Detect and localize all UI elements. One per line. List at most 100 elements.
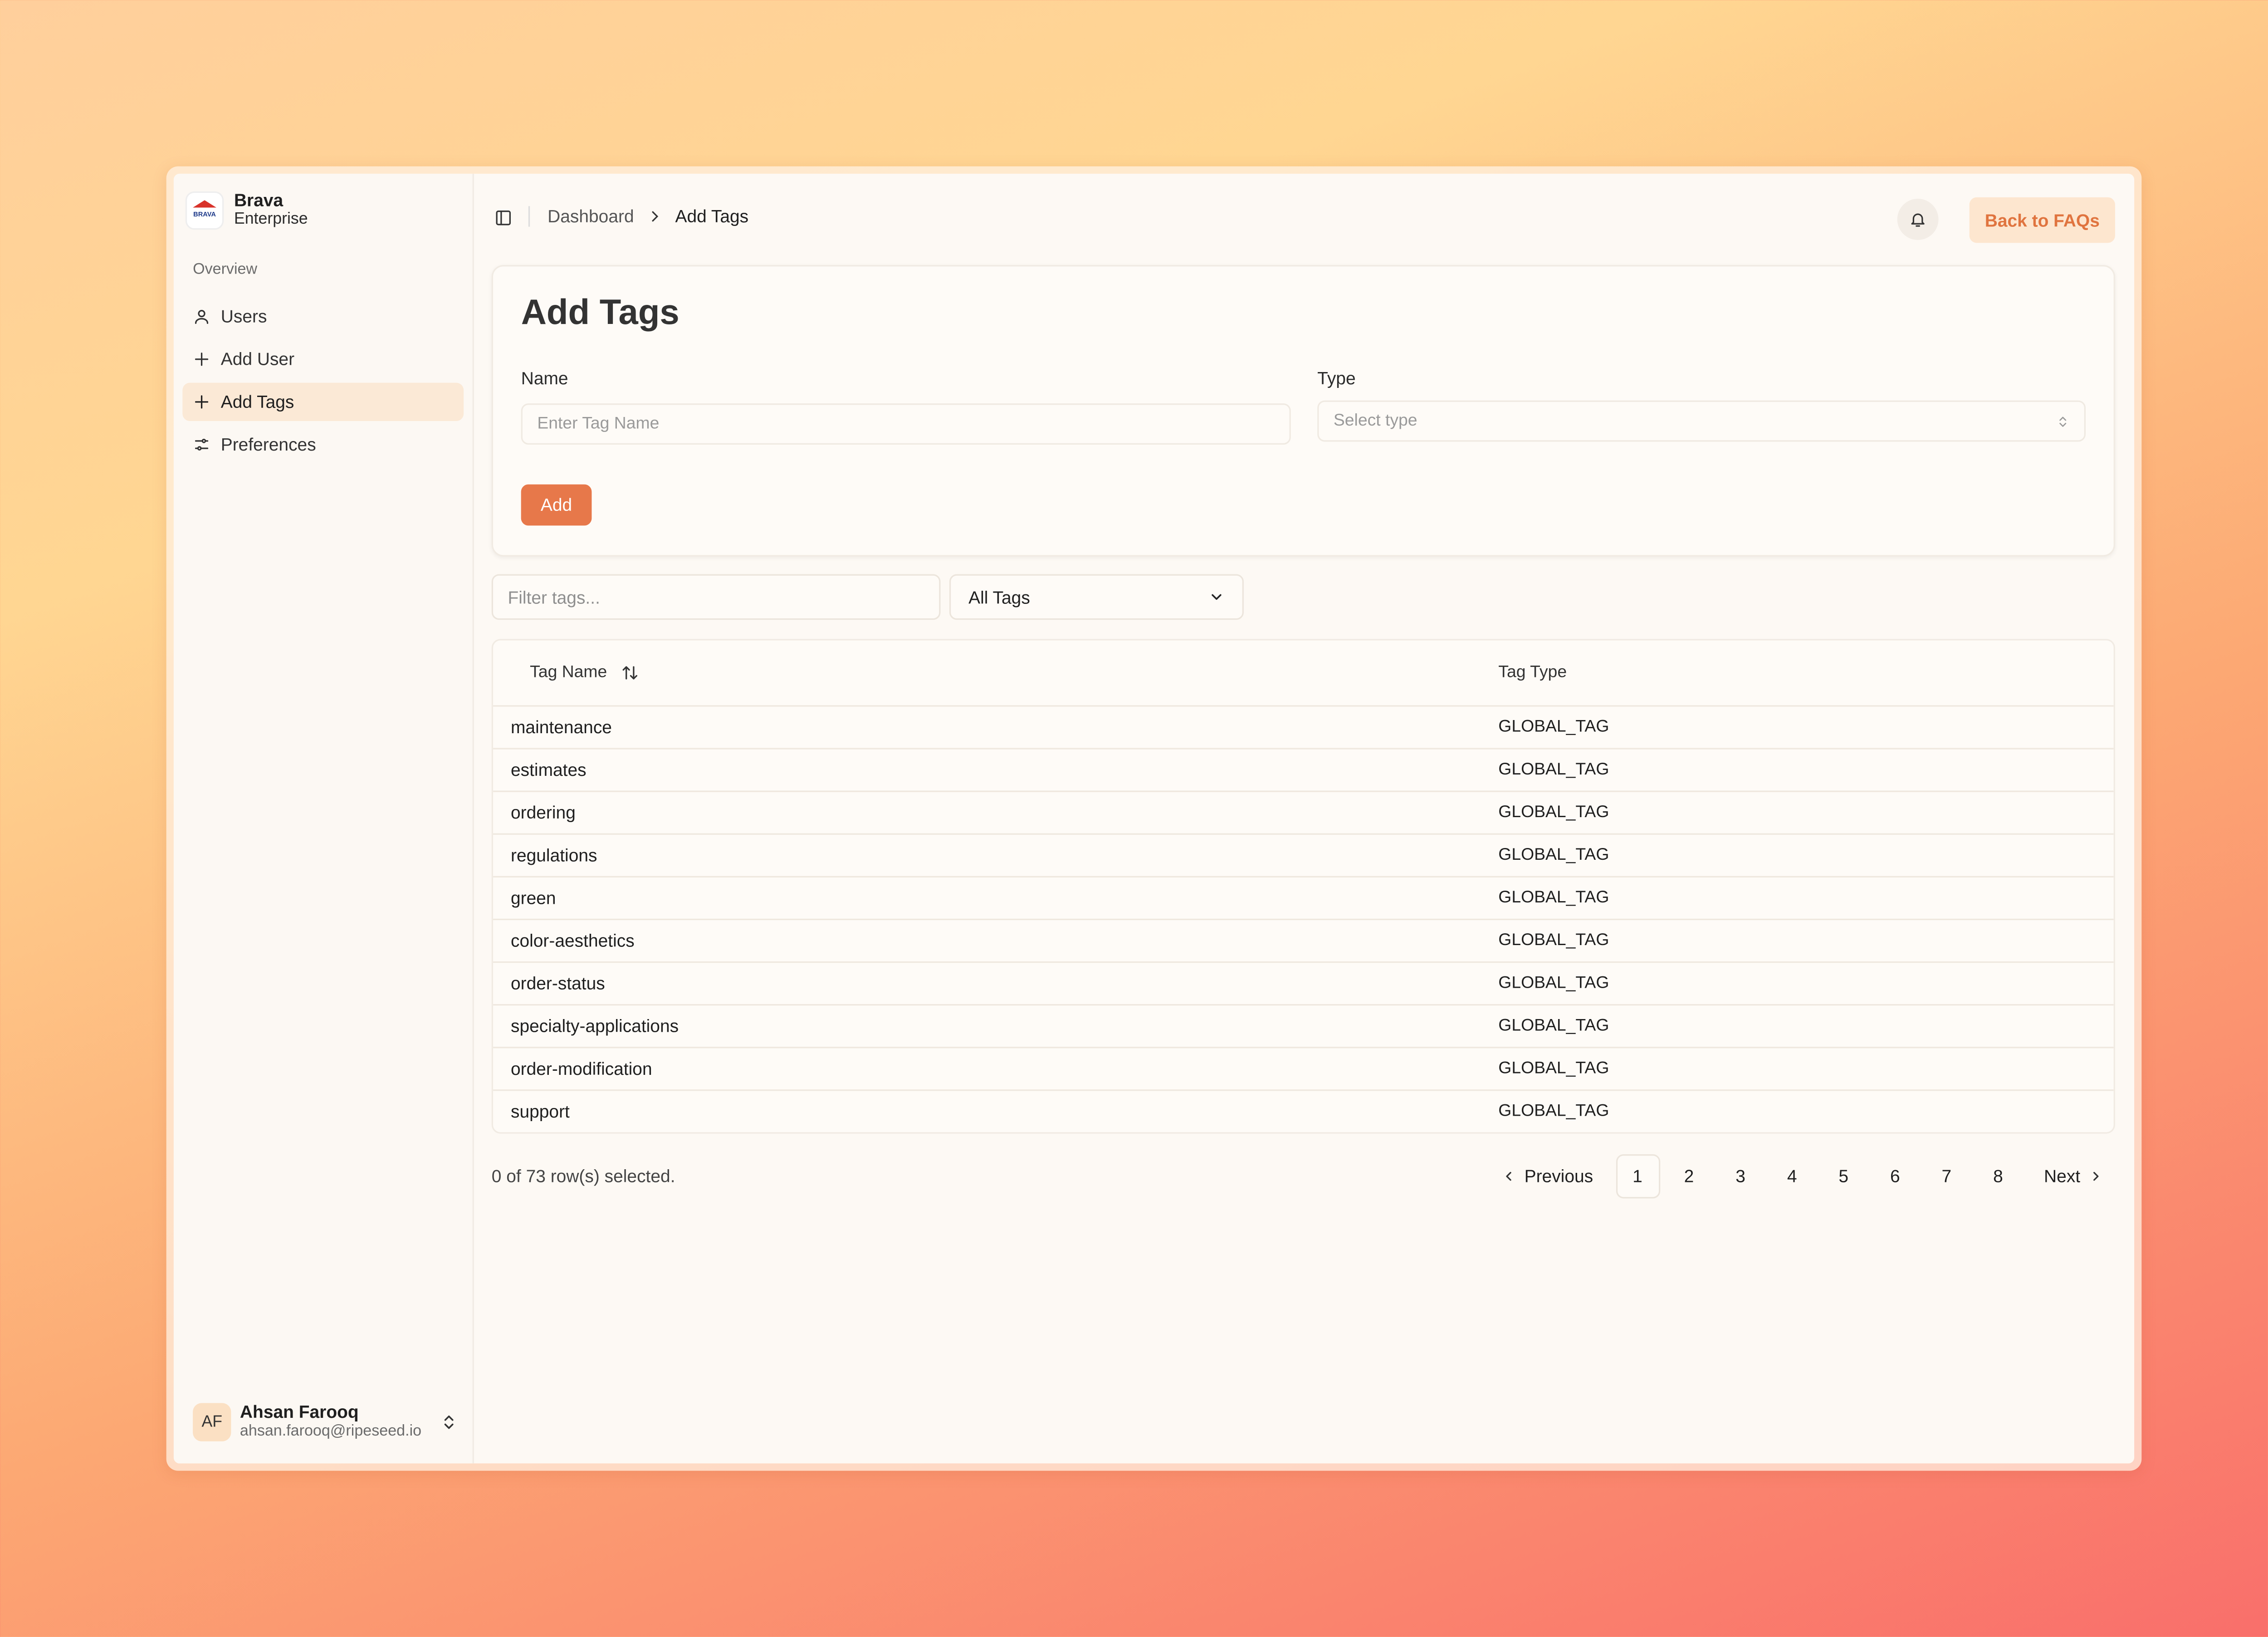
brand-name: Brava [234,190,284,211]
user-menu[interactable]: AF Ahsan Farooq ahsan.farooq@ripeseed.io [193,1402,458,1443]
toolbar-divider [528,206,530,227]
sidebar-toggle-icon[interactable] [494,209,512,227]
table-header: Tag Name Tag Type [493,641,2114,707]
sidebar-item-add-tags[interactable]: Add Tags [182,382,464,422]
page-3-button[interactable]: 3 [1718,1154,1762,1198]
tag-name-cell: color-aesthetics [510,930,635,951]
sidebar-item-label: Add User [220,349,295,370]
tag-type-cell: GLOBAL_TAG [1498,804,1609,822]
add-tag-form-card: Add Tags Name Enter Tag Name Type Select… [491,265,2115,557]
tag-type-cell: GLOBAL_TAG [1498,1103,1609,1121]
main-content: Dashboard Add Tags Back to FAQs Add Tags… [474,174,2134,1464]
filter-tags-input[interactable]: Filter tags... [491,574,941,620]
brand-logo: BRAVA [185,191,224,230]
page-2-button[interactable]: 2 [1667,1154,1711,1198]
plus-icon [195,353,209,366]
name-field-label: Name [521,368,568,389]
table-row[interactable]: order-status GLOBAL_TAG [493,963,2114,1006]
tag-type-cell: GLOBAL_TAG [1498,889,1609,907]
sidebar-nav: Users Add User Add Tags Preferences [182,297,464,468]
column-header-label: Tag Name [530,664,607,682]
app-window: BRAVA Brava Enterprise Overview Users Ad… [166,166,2142,1471]
tag-name-cell: maintenance [510,717,612,738]
tag-type-cell: GLOBAL_TAG [1498,932,1609,950]
page-6-button[interactable]: 6 [1873,1154,1917,1198]
page-4-button[interactable]: 4 [1770,1154,1814,1198]
avatar: AF [193,1403,231,1441]
table-row[interactable]: regulations GLOBAL_TAG [493,835,2114,877]
back-to-faqs-button[interactable]: Back to FAQs [1969,197,2115,243]
page-title: Add Tags [521,293,679,333]
sort-icon[interactable] [622,664,640,681]
type-field-label: Type [1317,368,1356,389]
tag-type-select[interactable]: Select type [1317,400,2086,442]
brand[interactable]: BRAVA Brava Enterprise [185,191,308,230]
user-name: Ahsan Farooq [240,1402,359,1422]
chevron-up-down-icon [444,1415,454,1429]
sidebar-item-preferences[interactable]: Preferences [182,426,464,464]
tag-name-cell: order-status [510,973,605,994]
table-row[interactable]: specialty-applications GLOBAL_TAG [493,1005,2114,1049]
tag-name-cell: order-modification [510,1059,652,1079]
page-8-button[interactable]: 8 [1976,1154,2020,1198]
chevron-right-icon [651,211,658,222]
bell-icon [1911,213,1925,227]
chevron-down-icon [1212,594,1222,600]
column-header-tag-name[interactable]: Tag Name [493,664,1498,681]
breadcrumb: Dashboard Add Tags [547,206,748,226]
top-bar: Dashboard Add Tags Back to FAQs [474,174,2134,262]
tag-name-cell: estimates [510,760,587,780]
table-row[interactable]: maintenance GLOBAL_TAG [493,707,2114,750]
pagination: Previous 1 2 3 4 5 6 7 8 Next [1494,1154,2112,1199]
sidebar-item-label: Add Tags [220,392,294,412]
table-row[interactable]: green GLOBAL_TAG [493,877,2114,921]
logo-roof-icon [193,200,217,208]
table-row[interactable]: estimates GLOBAL_TAG [493,750,2114,792]
tag-type-cell: GLOBAL_TAG [1498,846,1609,864]
next-page-button[interactable]: Next [2036,1154,2112,1198]
tag-name-cell: specialty-applications [510,1015,679,1037]
tag-name-cell: support [510,1101,570,1122]
sidebar-item-label: Users [220,306,267,327]
previous-page-button[interactable]: Previous [1494,1154,1600,1198]
tag-type-filter-value: All Tags [968,587,1030,608]
nav-section-label: Overview [193,260,258,279]
chevron-right-icon [2094,1171,2099,1181]
user-info: Ahsan Farooq ahsan.farooq@ripeseed.io [240,1402,440,1441]
tag-name-input[interactable]: Enter Tag Name [521,403,1291,445]
tag-type-filter-select[interactable]: All Tags [949,574,1244,620]
user-icon [195,310,209,324]
table-row[interactable]: order-modification GLOBAL_TAG [493,1048,2114,1091]
table-row[interactable]: ordering GLOBAL_TAG [493,792,2114,835]
tags-table: Tag Name Tag Type maintenance GLOBAL_TAG … [491,639,2115,1134]
sidebar-item-add-user[interactable]: Add User [182,340,464,378]
tag-type-cell: GLOBAL_TAG [1498,718,1609,736]
tag-type-cell: GLOBAL_TAG [1498,761,1609,779]
breadcrumb-current: Add Tags [675,206,749,227]
next-label: Next [2044,1166,2081,1187]
tag-name-cell: green [510,887,556,909]
plus-icon [195,395,209,409]
page-1-button[interactable]: 1 [1615,1154,1660,1199]
tag-name-cell: ordering [510,802,576,823]
table-row[interactable]: color-aesthetics GLOBAL_TAG [493,920,2114,963]
logo-wordmark: BRAVA [193,211,216,218]
previous-label: Previous [1524,1166,1593,1187]
page-5-button[interactable]: 5 [1822,1154,1866,1198]
brand-subtitle: Enterprise [234,211,308,228]
notifications-button[interactable] [1897,199,1939,240]
tag-name-cell: regulations [510,845,597,866]
breadcrumb-dashboard-link[interactable]: Dashboard [547,206,634,226]
add-tag-button[interactable]: Add [521,484,592,526]
tag-type-cell: GLOBAL_TAG [1498,1017,1609,1035]
page-7-button[interactable]: 7 [1925,1154,1969,1198]
sidebar-item-users[interactable]: Users [182,297,464,335]
selection-count: 0 of 73 row(s) selected. [491,1166,675,1187]
user-email: ahsan.farooq@ripeseed.io [240,1422,422,1440]
table-row[interactable]: support GLOBAL_TAG [493,1091,2114,1132]
brand-text: Brava Enterprise [234,191,308,230]
tag-type-cell: GLOBAL_TAG [1498,1060,1609,1078]
sidebar-item-label: Preferences [220,434,316,455]
chevron-up-down-icon [2059,416,2067,426]
sidebar: BRAVA Brava Enterprise Overview Users Ad… [173,173,474,1464]
